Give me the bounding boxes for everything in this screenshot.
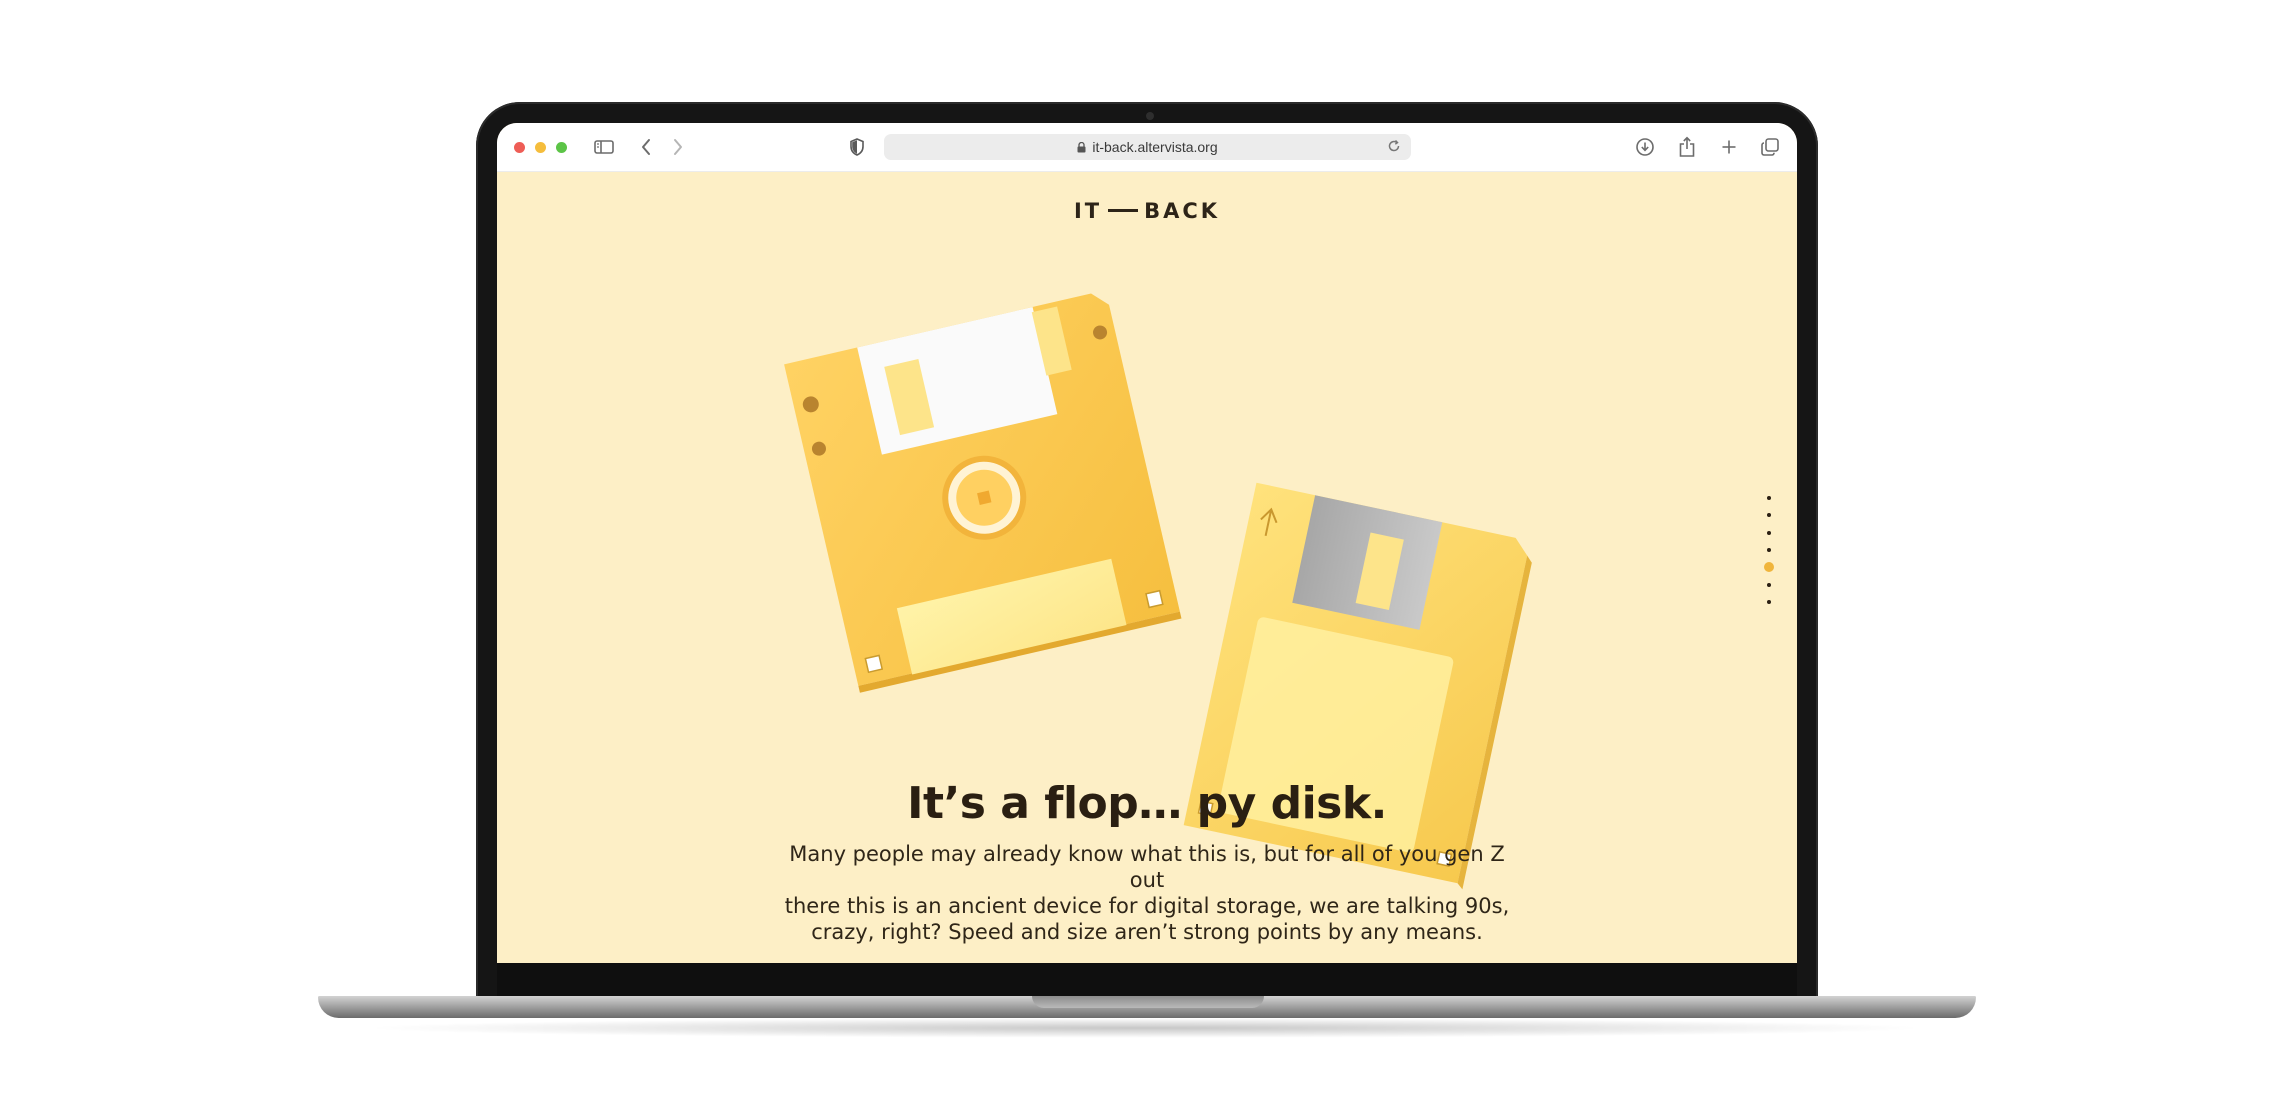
laptop-base-notch xyxy=(1032,996,1264,1008)
pager-dot[interactable] xyxy=(1767,600,1771,604)
pager-dot-active[interactable] xyxy=(1764,562,1774,572)
section-pager xyxy=(1764,496,1774,606)
floppy-disk-illustration xyxy=(784,293,1532,890)
pager-dot[interactable] xyxy=(1767,531,1771,535)
laptop-chin xyxy=(497,963,1797,997)
pager-dot[interactable] xyxy=(1767,583,1771,587)
pager-dot[interactable] xyxy=(1767,496,1771,500)
hero-body-line: crazy, right? Speed and size aren’t stro… xyxy=(811,920,1483,944)
laptop-camera xyxy=(1146,112,1154,120)
pager-dot[interactable] xyxy=(1767,513,1771,517)
hero-body: Many people may already know what this i… xyxy=(782,841,1512,945)
hero-headline: It’s a flop… py disk. xyxy=(907,778,1387,829)
hero-body-line: there this is an ancient device for digi… xyxy=(784,894,1510,918)
floppy-disk-front xyxy=(784,293,1182,693)
pager-dot[interactable] xyxy=(1767,548,1771,552)
laptop-shadow xyxy=(360,1018,1930,1038)
hero-body-line: Many people may already know what this i… xyxy=(789,842,1505,892)
browser-screen: it-back.altervista.org IT BACK It’s a fl… xyxy=(497,123,1797,963)
